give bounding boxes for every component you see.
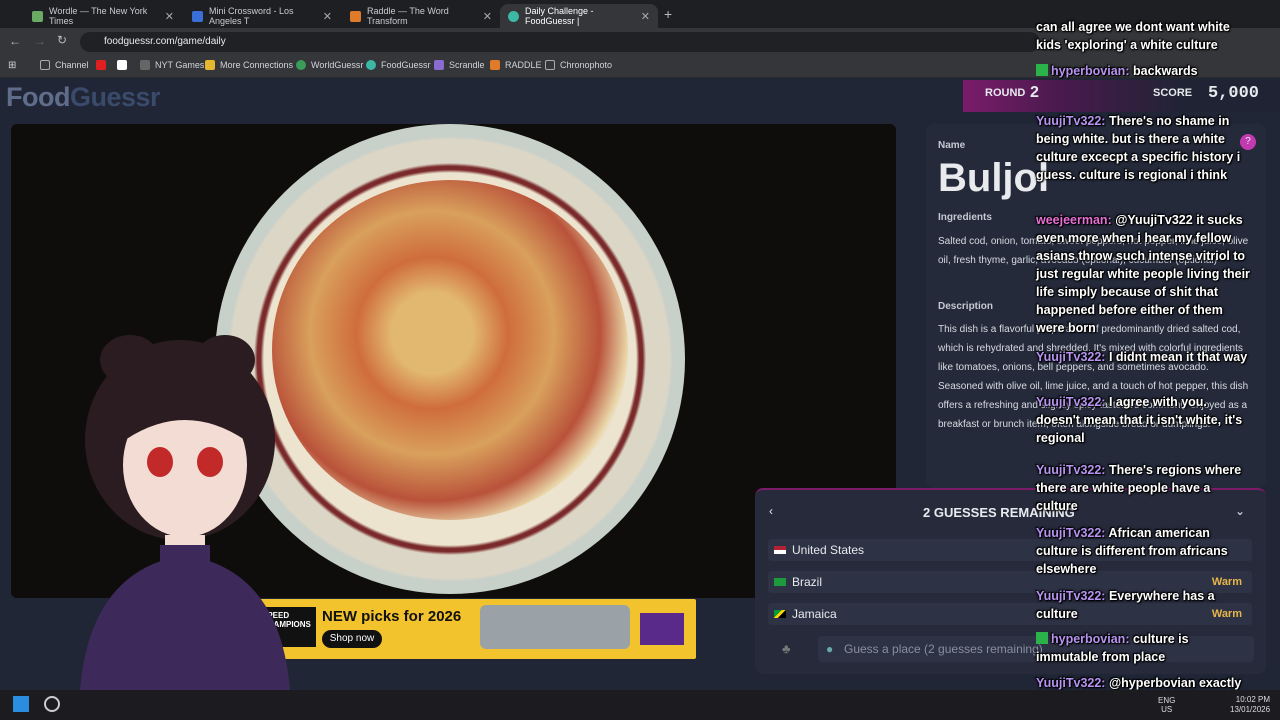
tab-foodguessr[interactable]: Daily Challenge - FoodGuessr | ✕ <box>500 4 658 28</box>
tab-wordle[interactable]: Wordle — The New York Times ✕ <box>24 4 182 28</box>
food-image <box>272 180 628 520</box>
camera-icon <box>545 60 555 70</box>
wordle-icon <box>32 10 43 22</box>
ad-headline: NEW picks for 2026 <box>322 608 462 625</box>
chat-message: YuujiTv322: I didnt mean it that way <box>1036 350 1248 364</box>
latimes-icon <box>192 10 203 22</box>
new-tab-button[interactable]: + <box>664 6 672 22</box>
jamaica-flag-icon <box>774 610 786 618</box>
bookmark-foodguessr[interactable]: FoodGuessr <box>366 60 431 70</box>
chat-message: hyperbovian: backwards <box>1036 62 1254 80</box>
scrandle-icon <box>434 60 444 70</box>
name-label: Name <box>938 140 966 151</box>
close-icon[interactable]: ✕ <box>641 10 650 23</box>
x-icon <box>117 60 127 70</box>
brazil-flag-icon <box>774 578 786 586</box>
foodguessr-icon <box>508 10 519 22</box>
folder-icon <box>40 60 50 70</box>
bookmark-x[interactable] <box>117 60 127 70</box>
close-icon[interactable]: ✕ <box>323 10 332 23</box>
badge-icon <box>1036 64 1048 76</box>
language-indicator[interactable]: ENG US <box>1158 696 1175 714</box>
round-label: ROUND <box>985 87 1026 99</box>
chat-message: YuujiTv322: Everywhere has a culture <box>1036 589 1215 621</box>
shop-now-button[interactable]: Shop now <box>322 630 382 648</box>
close-icon[interactable]: ✕ <box>483 10 492 23</box>
reload-icon[interactable]: ↻ <box>57 33 67 47</box>
tab-raddle[interactable]: Raddle — The Word Transform ✕ <box>342 4 500 28</box>
tab-mini-crossword[interactable]: Mini Crossword - Los Angeles T ✕ <box>184 4 340 28</box>
score-value: 5,000 <box>1208 84 1260 103</box>
chat-message: hyperbovian: culture is immutable from p… <box>1036 632 1189 664</box>
chat-message: YuujiTv322: African american culture is … <box>1036 526 1228 576</box>
chat-message: YuujiTv322: I agree with you. doesn't me… <box>1036 395 1243 445</box>
chat-message: YuujiTv322: There's regions where there … <box>1036 463 1242 513</box>
chat-message: weejeerman: @YuujiTv322 it sucks even mo… <box>1036 213 1250 335</box>
clock[interactable]: 10:02 PM 13/01/2026 <box>1230 695 1270 715</box>
bookmark-channel[interactable]: Channel <box>40 60 89 70</box>
foodguessr-logo[interactable]: FoodGuessr <box>6 82 161 113</box>
clover-icon[interactable]: ♣ <box>782 641 791 656</box>
windows-start-icon[interactable] <box>13 696 29 712</box>
score-label: SCORE <box>1153 87 1193 99</box>
bookmark-chronophoto[interactable]: Chronophoto <box>545 60 612 70</box>
bookmark-raddle[interactable]: RADDLE <box>490 60 542 70</box>
back-icon[interactable]: ← <box>9 34 21 48</box>
round-value: 2 <box>1030 84 1039 101</box>
nyt-icon <box>140 60 150 70</box>
back-to-the-future-logo <box>640 613 684 645</box>
chevron-left-icon[interactable]: ‹ <box>769 504 773 518</box>
youtube-icon <box>96 60 106 70</box>
globe-icon: ● <box>826 642 834 656</box>
badge-icon <box>1036 632 1048 644</box>
vtuber-avatar <box>80 335 290 690</box>
forward-icon[interactable]: → <box>34 34 46 48</box>
bookmark-worldguessr[interactable]: WorldGuessr <box>296 60 363 70</box>
raddle-icon <box>490 60 500 70</box>
obs-icon[interactable] <box>44 696 60 712</box>
us-flag-icon <box>774 546 786 554</box>
bookmark-nyt-games[interactable]: NYT Games <box>140 60 204 70</box>
ad-banner[interactable]: SPEED CHAMPIONS NEW picks for 2026 Shop … <box>258 599 696 659</box>
chat-message: can all agree we dont want white kids 'e… <box>1036 20 1230 52</box>
taskbar: ENG US 10:02 PM 13/01/2026 <box>0 690 1280 720</box>
bookmark-youtube[interactable] <box>96 60 106 70</box>
description-label: Description <box>938 301 994 312</box>
chat-message: YuujiTv322: There's no shame in being wh… <box>1036 114 1241 182</box>
round-score-bar: ROUND 2 SCORE 5,000 <box>963 80 1280 112</box>
bookmark-scrandle[interactable]: Scrandle <box>434 60 485 70</box>
close-icon[interactable]: ✕ <box>165 10 174 23</box>
dish-name: Buljol <box>938 156 1050 200</box>
address-bar[interactable]: foodguessr.com/game/daily <box>80 32 1040 52</box>
foodguessr-icon <box>366 60 376 70</box>
globe-icon <box>296 60 306 70</box>
raddle-icon <box>350 10 361 22</box>
ingredients-label: Ingredients <box>938 212 992 223</box>
connections-icon <box>205 60 215 70</box>
bookmark-more-connections[interactable]: More Connections <box>205 60 293 70</box>
car-image <box>480 605 630 649</box>
apps-icon[interactable]: ⊞ <box>8 60 16 71</box>
